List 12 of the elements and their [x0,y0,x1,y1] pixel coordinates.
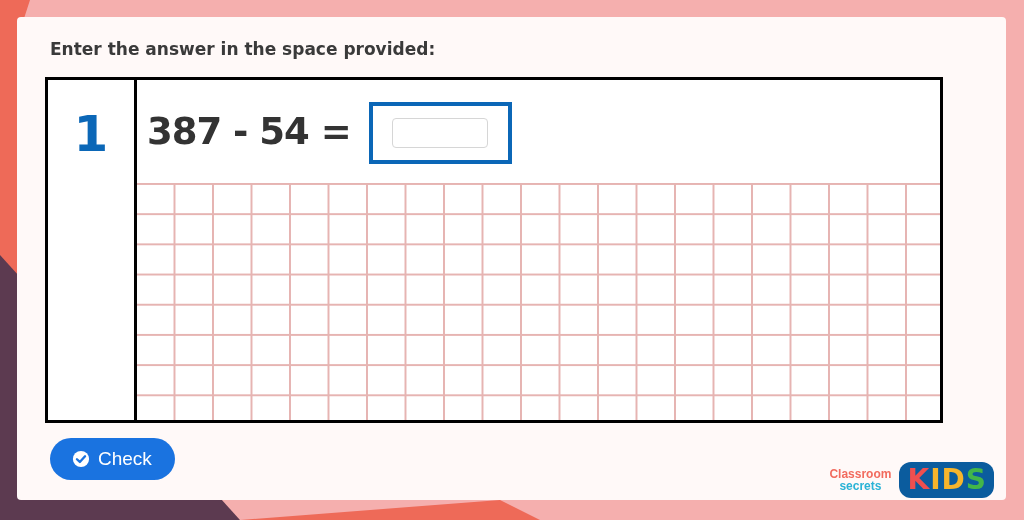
check-button[interactable]: Check [50,438,175,480]
badge-letter: K [907,463,930,497]
instruction-text: Enter the answer in the space provided: [50,39,437,59]
brand-text: Classroom [829,468,892,480]
check-icon [72,450,90,468]
badge-letter: S [965,463,986,497]
brand-text: secrets [839,480,882,492]
question-expression: 387 - 54 = [147,110,351,153]
answer-field[interactable] [392,117,489,148]
question-number: 1 [73,104,109,164]
badge-letter: D [941,463,965,497]
badge-letter: I [930,463,941,497]
